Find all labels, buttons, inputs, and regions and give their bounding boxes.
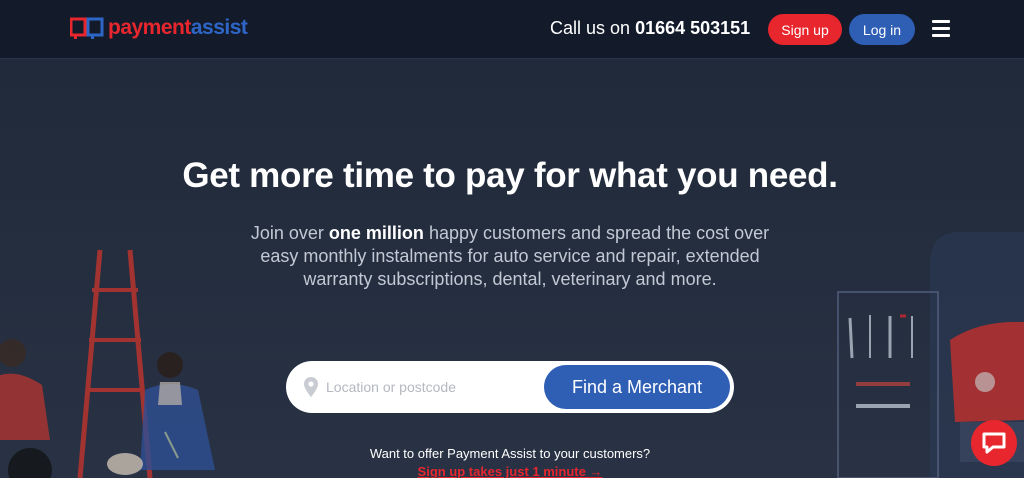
- phone-number[interactable]: 01664 503151: [635, 18, 750, 38]
- ladder-illustration: [77, 249, 153, 478]
- merchant-signup-link[interactable]: Sign up takes just 1 minute →: [0, 464, 1020, 478]
- find-merchant-button[interactable]: Find a Merchant: [544, 365, 730, 409]
- merchant-search-bar: Find a Merchant: [286, 361, 734, 413]
- location-pin-icon: [304, 377, 318, 397]
- chat-button[interactable]: [971, 420, 1017, 466]
- payment-assist-logo-icon: [70, 17, 104, 39]
- top-navbar: paymentassist Call us on 01664 503151 Si…: [0, 0, 1024, 59]
- chat-bubble-icon: [982, 432, 1006, 454]
- location-search-input[interactable]: [326, 375, 536, 399]
- offer-question-text: Want to offer Payment Assist to your cus…: [369, 446, 651, 461]
- hero-headline: Get more time to pay for what you need.: [182, 156, 838, 195]
- hero-section: Get more time to pay for what you need. …: [0, 60, 1024, 478]
- signup-button[interactable]: Sign up: [768, 14, 842, 45]
- hamburger-menu-icon[interactable]: [932, 20, 950, 37]
- hero-subtext: Join over one million happy customers an…: [250, 223, 770, 289]
- logo[interactable]: paymentassist: [70, 16, 248, 40]
- call-us-text: Call us on 01664 503151: [550, 18, 751, 38]
- logo-text: paymentassist: [108, 16, 248, 39]
- login-button[interactable]: Log in: [849, 14, 915, 45]
